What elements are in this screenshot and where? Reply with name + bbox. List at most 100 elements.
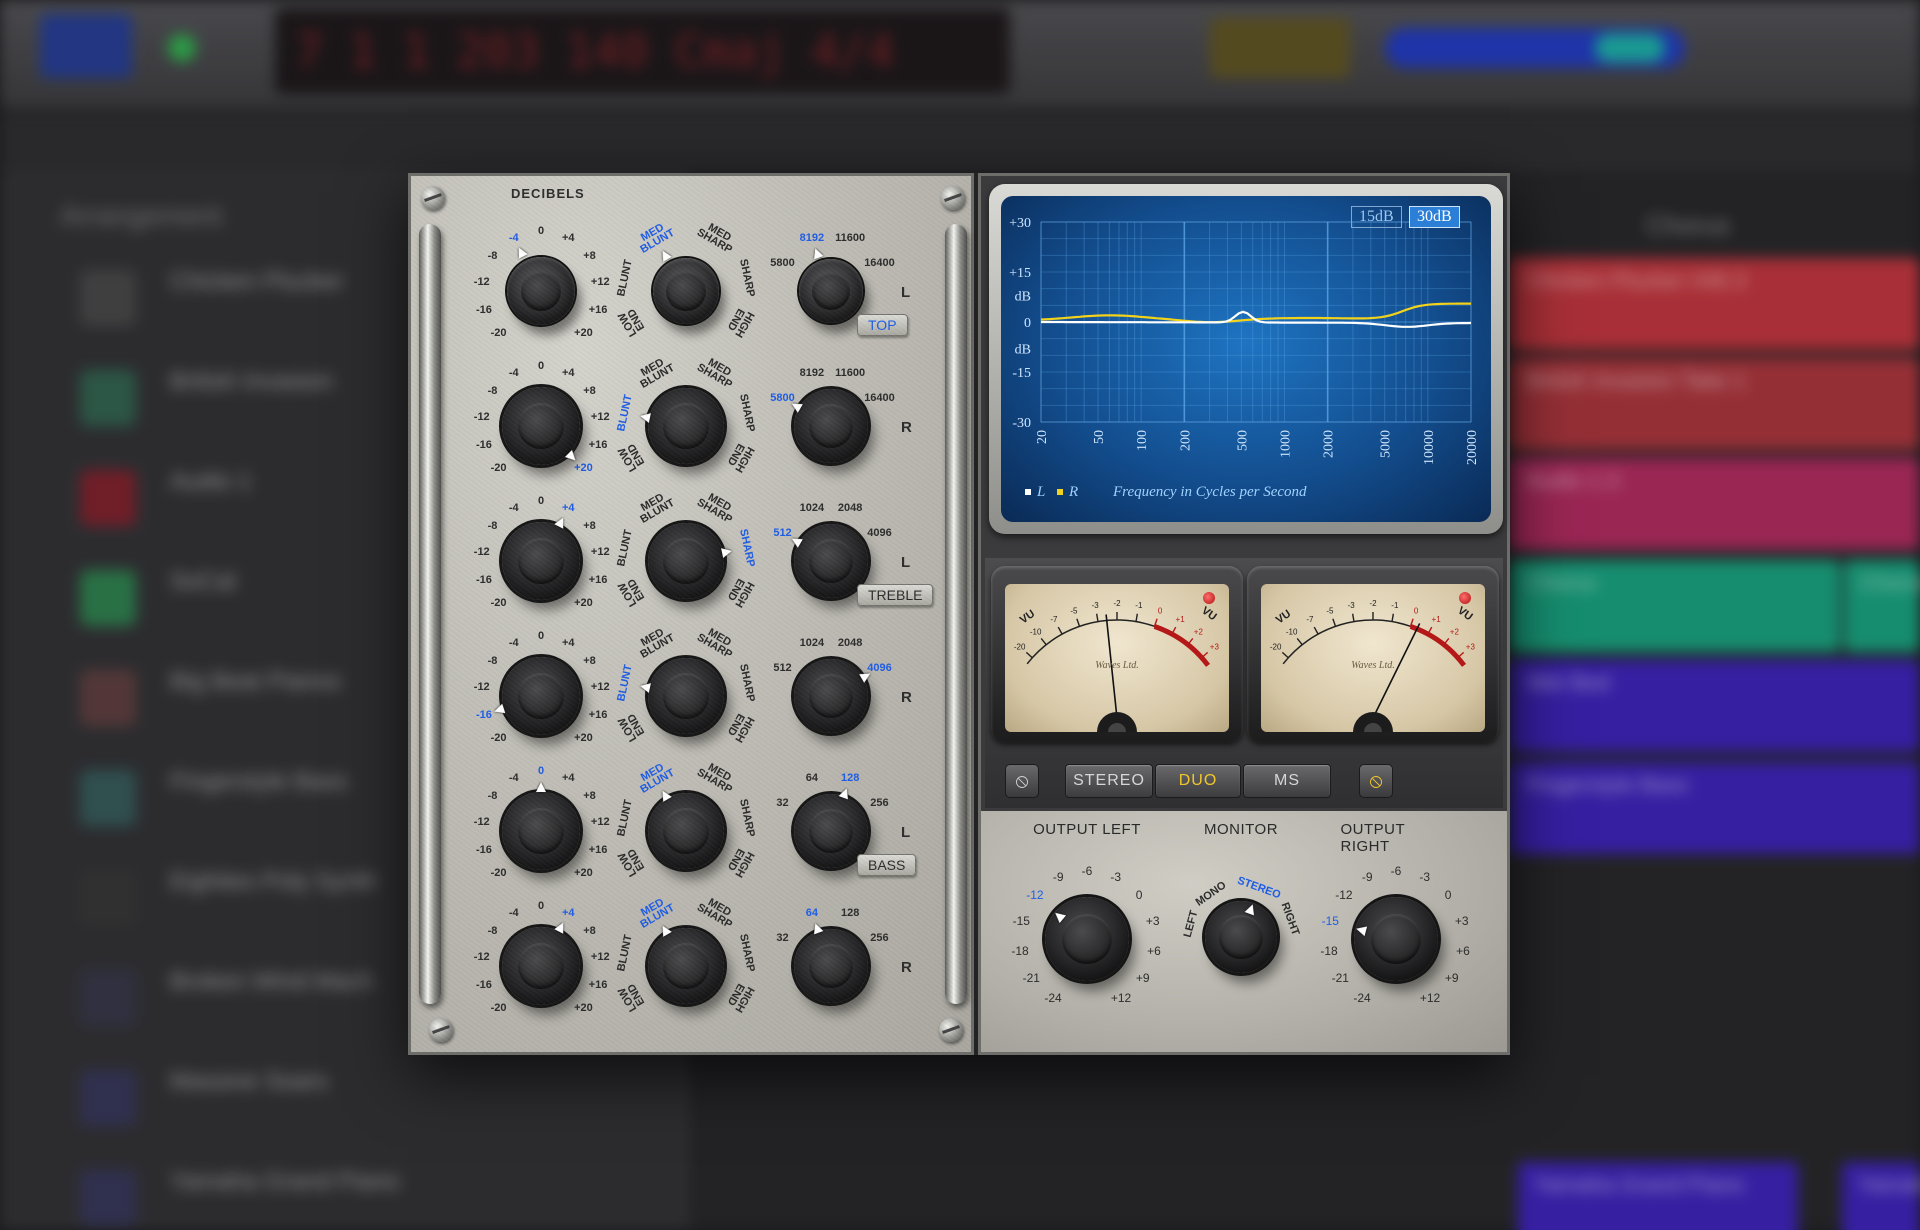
- knob-pointer: [638, 411, 651, 424]
- freq-knob-2[interactable]: [794, 389, 868, 463]
- mode-ms-button[interactable]: MS: [1243, 764, 1331, 798]
- shape-knob-6[interactable]: [648, 928, 724, 1004]
- vu-tick: [1040, 637, 1047, 646]
- freq-scale-label: 256: [870, 932, 889, 944]
- vu-scale-label: -3: [1348, 601, 1356, 610]
- mode-stereo-button[interactable]: STEREO: [1065, 764, 1153, 798]
- gain-knob-6[interactable]: [502, 927, 580, 1005]
- shape-scale-label: MED BLUNT: [638, 761, 677, 797]
- track-header[interactable]: Yamaha Grand Piano: [20, 1150, 680, 1230]
- gain-scale-label: -8: [487, 384, 498, 397]
- knob-cap: [517, 537, 565, 585]
- vu-scale-label: 0: [1414, 606, 1419, 615]
- section-tag-top[interactable]: TOP: [857, 314, 908, 336]
- count-in-button[interactable]: [1210, 18, 1350, 78]
- freq-scale-label: 1024: [799, 637, 825, 650]
- shape-scale-label: BLUNT: [615, 798, 636, 838]
- gain-scale-label: +16: [588, 573, 608, 586]
- track-header[interactable]: Massive Soars: [20, 1050, 680, 1146]
- shape-knob-5[interactable]: [648, 793, 724, 869]
- gain-knob-5[interactable]: [502, 792, 580, 870]
- gain-scale-label: 0: [537, 630, 545, 642]
- shape-scale-label: BLUNT: [615, 528, 636, 568]
- shape-scale-label: HIGH END: [724, 711, 757, 745]
- phase-right-button[interactable]: ⦸: [1359, 764, 1393, 798]
- master-volume-slider[interactable]: [1385, 28, 1685, 68]
- gain-scale-label: +8: [583, 789, 596, 802]
- gain-scale-label: +8: [583, 384, 596, 397]
- knob-cap: [811, 271, 851, 311]
- output-scale-label: +12: [1419, 990, 1441, 1005]
- freq-scale-label: 4096: [867, 527, 892, 539]
- shape-scale-label: HIGH END: [724, 846, 757, 880]
- play-button[interactable]: [40, 14, 132, 78]
- gain-scale-label: -12: [473, 410, 490, 423]
- gain-scale-label: +12: [590, 410, 610, 423]
- mode-duo-button[interactable]: DUO: [1155, 764, 1241, 798]
- vu-scale-label: -7: [1050, 615, 1058, 624]
- lcd-display: 7 1 1 203 140 Cmaj 4/4: [275, 8, 1010, 94]
- shape-scale-label: MED SHARP: [694, 356, 735, 392]
- shape-scale-label: SHARP: [736, 258, 757, 299]
- output-right-knob[interactable]: [1354, 897, 1438, 981]
- region[interactable]: Wet Bed: [1510, 660, 1920, 752]
- gain-scale-label: -8: [487, 789, 498, 802]
- section-tag-treble[interactable]: TREBLE: [857, 584, 934, 606]
- freq-knob-6[interactable]: [794, 929, 868, 1003]
- freq-knob-4[interactable]: [794, 659, 868, 733]
- vu-scale-label: -1: [1391, 601, 1399, 610]
- vu-tick: [1095, 613, 1099, 622]
- gain-knob-3[interactable]: [502, 522, 580, 600]
- region[interactable]: British Invasion Take 1: [1510, 358, 1920, 450]
- shape-knob-4[interactable]: [648, 658, 724, 734]
- ruler[interactable]: [0, 112, 1920, 172]
- region[interactable]: Yamaha Grand Piano: [1518, 1162, 1798, 1230]
- gain-knob-1[interactable]: [507, 257, 575, 325]
- vu-label: VU: [1274, 608, 1293, 627]
- vu-tick: [1313, 626, 1319, 635]
- vu-scale-label: 0: [1158, 606, 1163, 615]
- region[interactable]: Audio 1.3: [1510, 458, 1920, 550]
- channel-label: L: [901, 284, 911, 301]
- freq-knob-1[interactable]: [799, 259, 863, 323]
- knob-pointer: [638, 681, 651, 694]
- gain-knob-4[interactable]: [502, 657, 580, 735]
- vu-scale-label: -5: [1326, 606, 1334, 615]
- track-icon: [80, 770, 136, 826]
- shape-scale-label: BLUNT: [615, 663, 636, 703]
- shape-knob-1[interactable]: [653, 258, 719, 324]
- region[interactable]: Chorus: [1510, 560, 1840, 652]
- shape-scale-label: BLUNT: [615, 933, 636, 973]
- monitor-knob[interactable]: [1205, 901, 1277, 973]
- output-scale-label: +9: [1444, 971, 1459, 985]
- freq-scale-label: 1024: [799, 502, 825, 515]
- section-tag-bass[interactable]: BASS: [857, 854, 917, 876]
- track-name: British Invasion: [170, 368, 333, 395]
- gain-scale-label: -16: [475, 573, 492, 586]
- phase-left-button[interactable]: ⦸: [1005, 764, 1039, 798]
- gain-scale-label: -8: [487, 924, 498, 937]
- vu-tick: [1135, 613, 1139, 622]
- gain-scale-label: -20: [490, 867, 507, 880]
- shape-scale-label: LOW END: [616, 981, 648, 1014]
- region[interactable]: Yamaha: [1842, 1162, 1920, 1230]
- gain-scale-label: -20: [490, 327, 507, 340]
- shape-knob-3[interactable]: [648, 523, 724, 599]
- vu-scale-arc: [1026, 619, 1155, 665]
- knob-cap: [663, 673, 709, 719]
- range-15db-button[interactable]: 15dB: [1351, 206, 1402, 228]
- shape-scale-label: MED SHARP: [694, 626, 735, 662]
- region[interactable]: Chorus: [1844, 560, 1920, 652]
- track-name: Big Beat Pianos: [170, 668, 341, 695]
- shape-scale-label: MED BLUNT: [638, 356, 677, 392]
- knob-pointer: [514, 245, 528, 259]
- frequency-display-frame: +30 +15 dB 0 dB -15 -30 20 50 100 200 500 1000 2000 50…: [989, 184, 1503, 534]
- range-30db-button[interactable]: 30dB: [1409, 206, 1460, 228]
- region[interactable]: Chicken Plucker #46.3: [1510, 258, 1920, 350]
- region[interactable]: Fingerstyle Bass: [1510, 762, 1920, 854]
- track-icon: [80, 1070, 136, 1126]
- gain-scale-label: -20: [490, 462, 507, 475]
- shape-knob-2[interactable]: [648, 388, 724, 464]
- shape-scale-label: HIGH END: [724, 981, 757, 1015]
- record-button[interactable]: [168, 34, 196, 62]
